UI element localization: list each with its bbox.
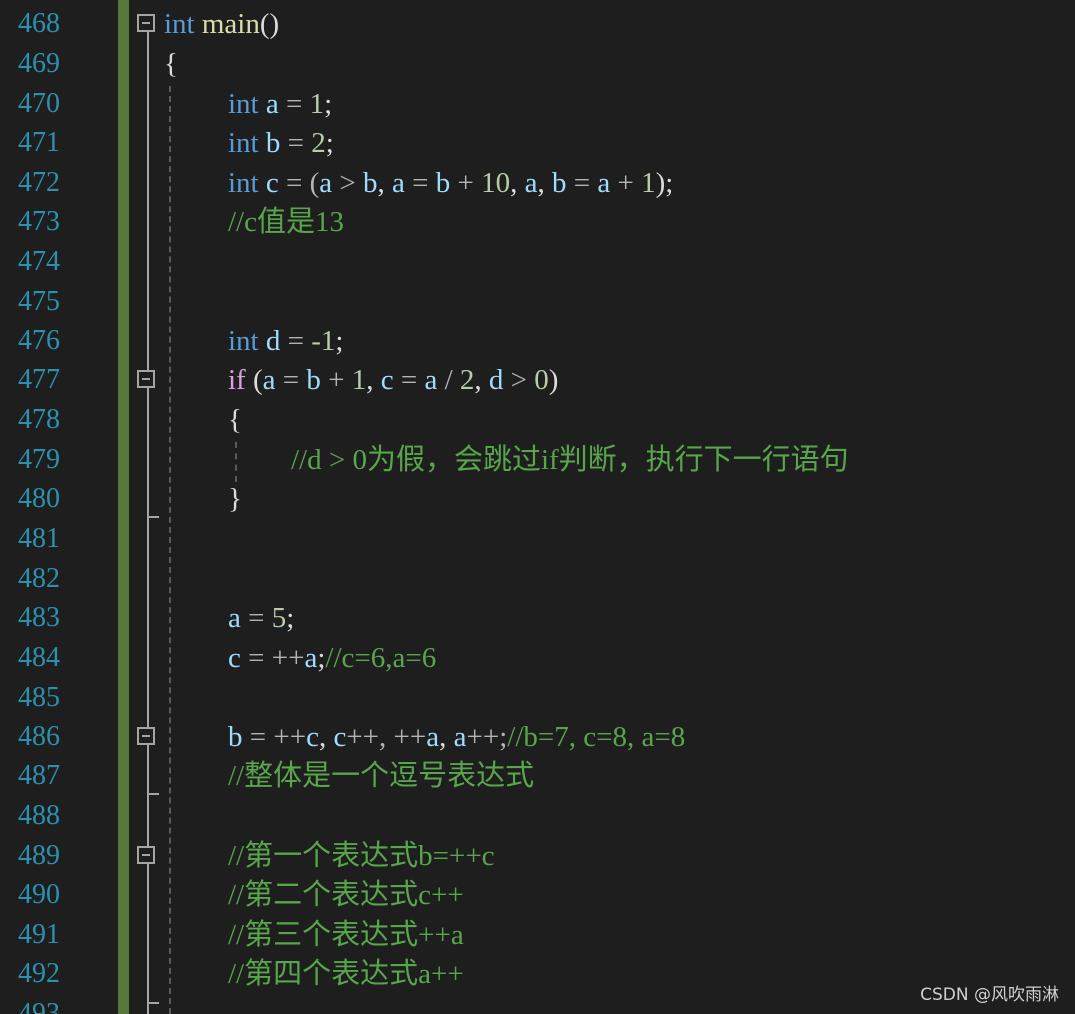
code-line: 492 //第四个表达式a++ xyxy=(0,954,1075,994)
code-line: 470 int a = 1; xyxy=(0,84,1075,124)
code-line: 493 xyxy=(0,994,1075,1014)
code-text: int a = 1; xyxy=(228,88,333,120)
line-number: 487 xyxy=(18,760,60,791)
line-number: 484 xyxy=(18,642,60,673)
code-line: 484 c = ++a;//c=6,a=6 xyxy=(0,638,1075,678)
code-line: 485 xyxy=(0,678,1075,718)
line-number: 490 xyxy=(18,879,60,910)
code-line: 491 //第三个表达式++a xyxy=(0,915,1075,955)
code-line: 486 b = ++c, c++, ++a, a++;//b=7, c=8, a… xyxy=(0,717,1075,757)
code-line: 483 a = 5; xyxy=(0,598,1075,638)
code-text: a = 5; xyxy=(228,602,295,634)
line-number: 473 xyxy=(18,206,60,237)
line-number: 482 xyxy=(18,563,60,594)
code-comment: //第二个表达式c++ xyxy=(228,879,464,911)
line-number: 489 xyxy=(18,840,60,871)
line-number: 483 xyxy=(18,602,60,633)
code-text: int b = 2; xyxy=(228,127,334,159)
line-number: 491 xyxy=(18,919,60,950)
code-text: int main() xyxy=(164,8,280,40)
line-number: 488 xyxy=(18,800,60,831)
line-number: 469 xyxy=(18,48,60,79)
code-line: 471 int b = 2; xyxy=(0,123,1075,163)
line-number: 481 xyxy=(18,523,60,554)
code-text: { xyxy=(164,48,178,80)
line-number: 485 xyxy=(18,682,60,713)
line-number: 480 xyxy=(18,483,60,514)
line-number: 474 xyxy=(18,246,60,277)
code-comment: //第三个表达式++a xyxy=(228,919,464,951)
line-number: 476 xyxy=(18,325,60,356)
code-line: 479 //d > 0为假，会跳过if判断，执行下一行语句 xyxy=(0,440,1075,480)
code-comment: //第一个表达式b=++c xyxy=(228,840,495,872)
code-line: 482 xyxy=(0,559,1075,599)
code-line: 476 int d = -1; xyxy=(0,321,1075,361)
code-text: c = ++a;//c=6,a=6 xyxy=(228,642,437,674)
line-number: 486 xyxy=(18,721,60,752)
code-text: b = ++c, c++, ++a, a++;//b=7, c=8, a=8 xyxy=(228,721,686,753)
line-number: 493 xyxy=(18,998,60,1014)
line-number: 478 xyxy=(18,404,60,435)
code-text: int c = (a > b, a = b + 10, a, b = a + 1… xyxy=(228,167,674,199)
code-comment: //第四个表达式a++ xyxy=(228,958,464,990)
code-line: 488 xyxy=(0,796,1075,836)
watermark: CSDN @风吹雨淋 xyxy=(920,985,1059,1005)
code-line: 489 //第一个表达式b=++c xyxy=(0,836,1075,876)
code-text: int d = -1; xyxy=(228,325,344,357)
code-line: 490 //第二个表达式c++ xyxy=(0,875,1075,915)
code-line: 477 if (a = b + 1, c = a / 2, d > 0) xyxy=(0,360,1075,400)
line-number: 472 xyxy=(18,167,60,198)
line-number: 492 xyxy=(18,958,60,989)
line-number: 475 xyxy=(18,286,60,317)
code-line: 474 xyxy=(0,242,1075,282)
code-comment: //d > 0为假，会跳过if判断，执行下一行语句 xyxy=(291,444,849,476)
code-text: { xyxy=(228,404,242,436)
code-line: 480 } xyxy=(0,479,1075,519)
line-number: 471 xyxy=(18,127,60,158)
code-line: 468 int main() xyxy=(0,4,1075,44)
code-comment: //c值是13 xyxy=(228,206,344,238)
line-number: 477 xyxy=(18,364,60,395)
code-line: 472 int c = (a > b, a = b + 10, a, b = a… xyxy=(0,163,1075,203)
code-text: if (a = b + 1, c = a / 2, d > 0) xyxy=(228,364,559,396)
code-comment: //整体是一个逗号表达式 xyxy=(228,760,535,792)
code-line: 473 //c值是13 xyxy=(0,202,1075,242)
code-line: 487 //整体是一个逗号表达式 xyxy=(0,756,1075,796)
line-number: 479 xyxy=(18,444,60,475)
code-text: } xyxy=(228,483,242,515)
code-line: 475 xyxy=(0,282,1075,322)
code-editor[interactable]: 468 int main() 469 { 470 int a = 1; 471 … xyxy=(0,0,1075,1014)
line-number: 470 xyxy=(18,88,60,119)
line-number: 468 xyxy=(18,8,60,39)
code-line: 481 xyxy=(0,519,1075,559)
code-line: 478 { xyxy=(0,400,1075,440)
code-line: 469 { xyxy=(0,44,1075,84)
